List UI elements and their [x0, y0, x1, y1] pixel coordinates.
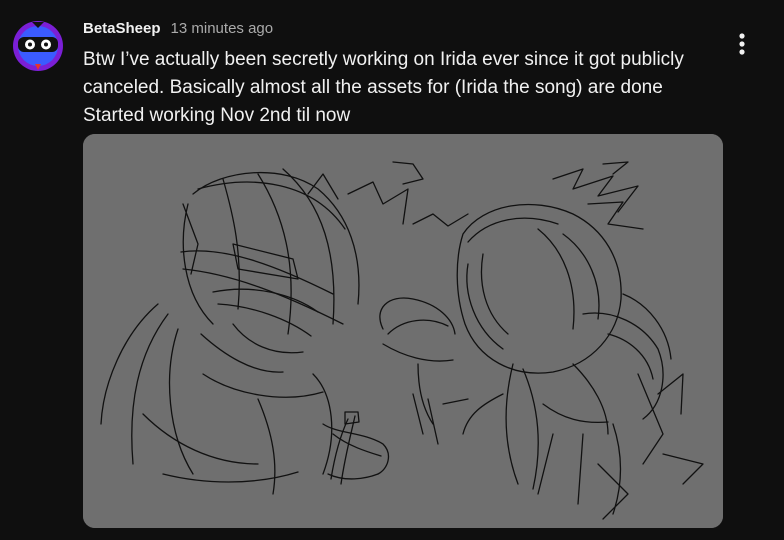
comment-text-line: Started working Nov 2nd til now [83, 105, 351, 126]
comment-timestamp[interactable]: 13 minutes ago [171, 20, 274, 37]
comment-image-attachment[interactable] [83, 134, 723, 528]
masked-face-avatar-icon [13, 21, 63, 71]
author-avatar[interactable] [12, 20, 64, 72]
comment-thread: BetaSheep 13 minutes ago Btw I’ve actual… [0, 0, 784, 540]
comment-text: Btw I’ve actually been secretly working … [83, 46, 743, 130]
sketch-image [83, 134, 723, 528]
comment-text-line: Btw I’ve actually been secretly working … [83, 49, 684, 70]
comment-header: BetaSheep 13 minutes ago [83, 20, 273, 42]
author-name[interactable]: BetaSheep [83, 20, 161, 37]
comment-text-line: canceled. Basically almost all the asset… [83, 77, 663, 98]
